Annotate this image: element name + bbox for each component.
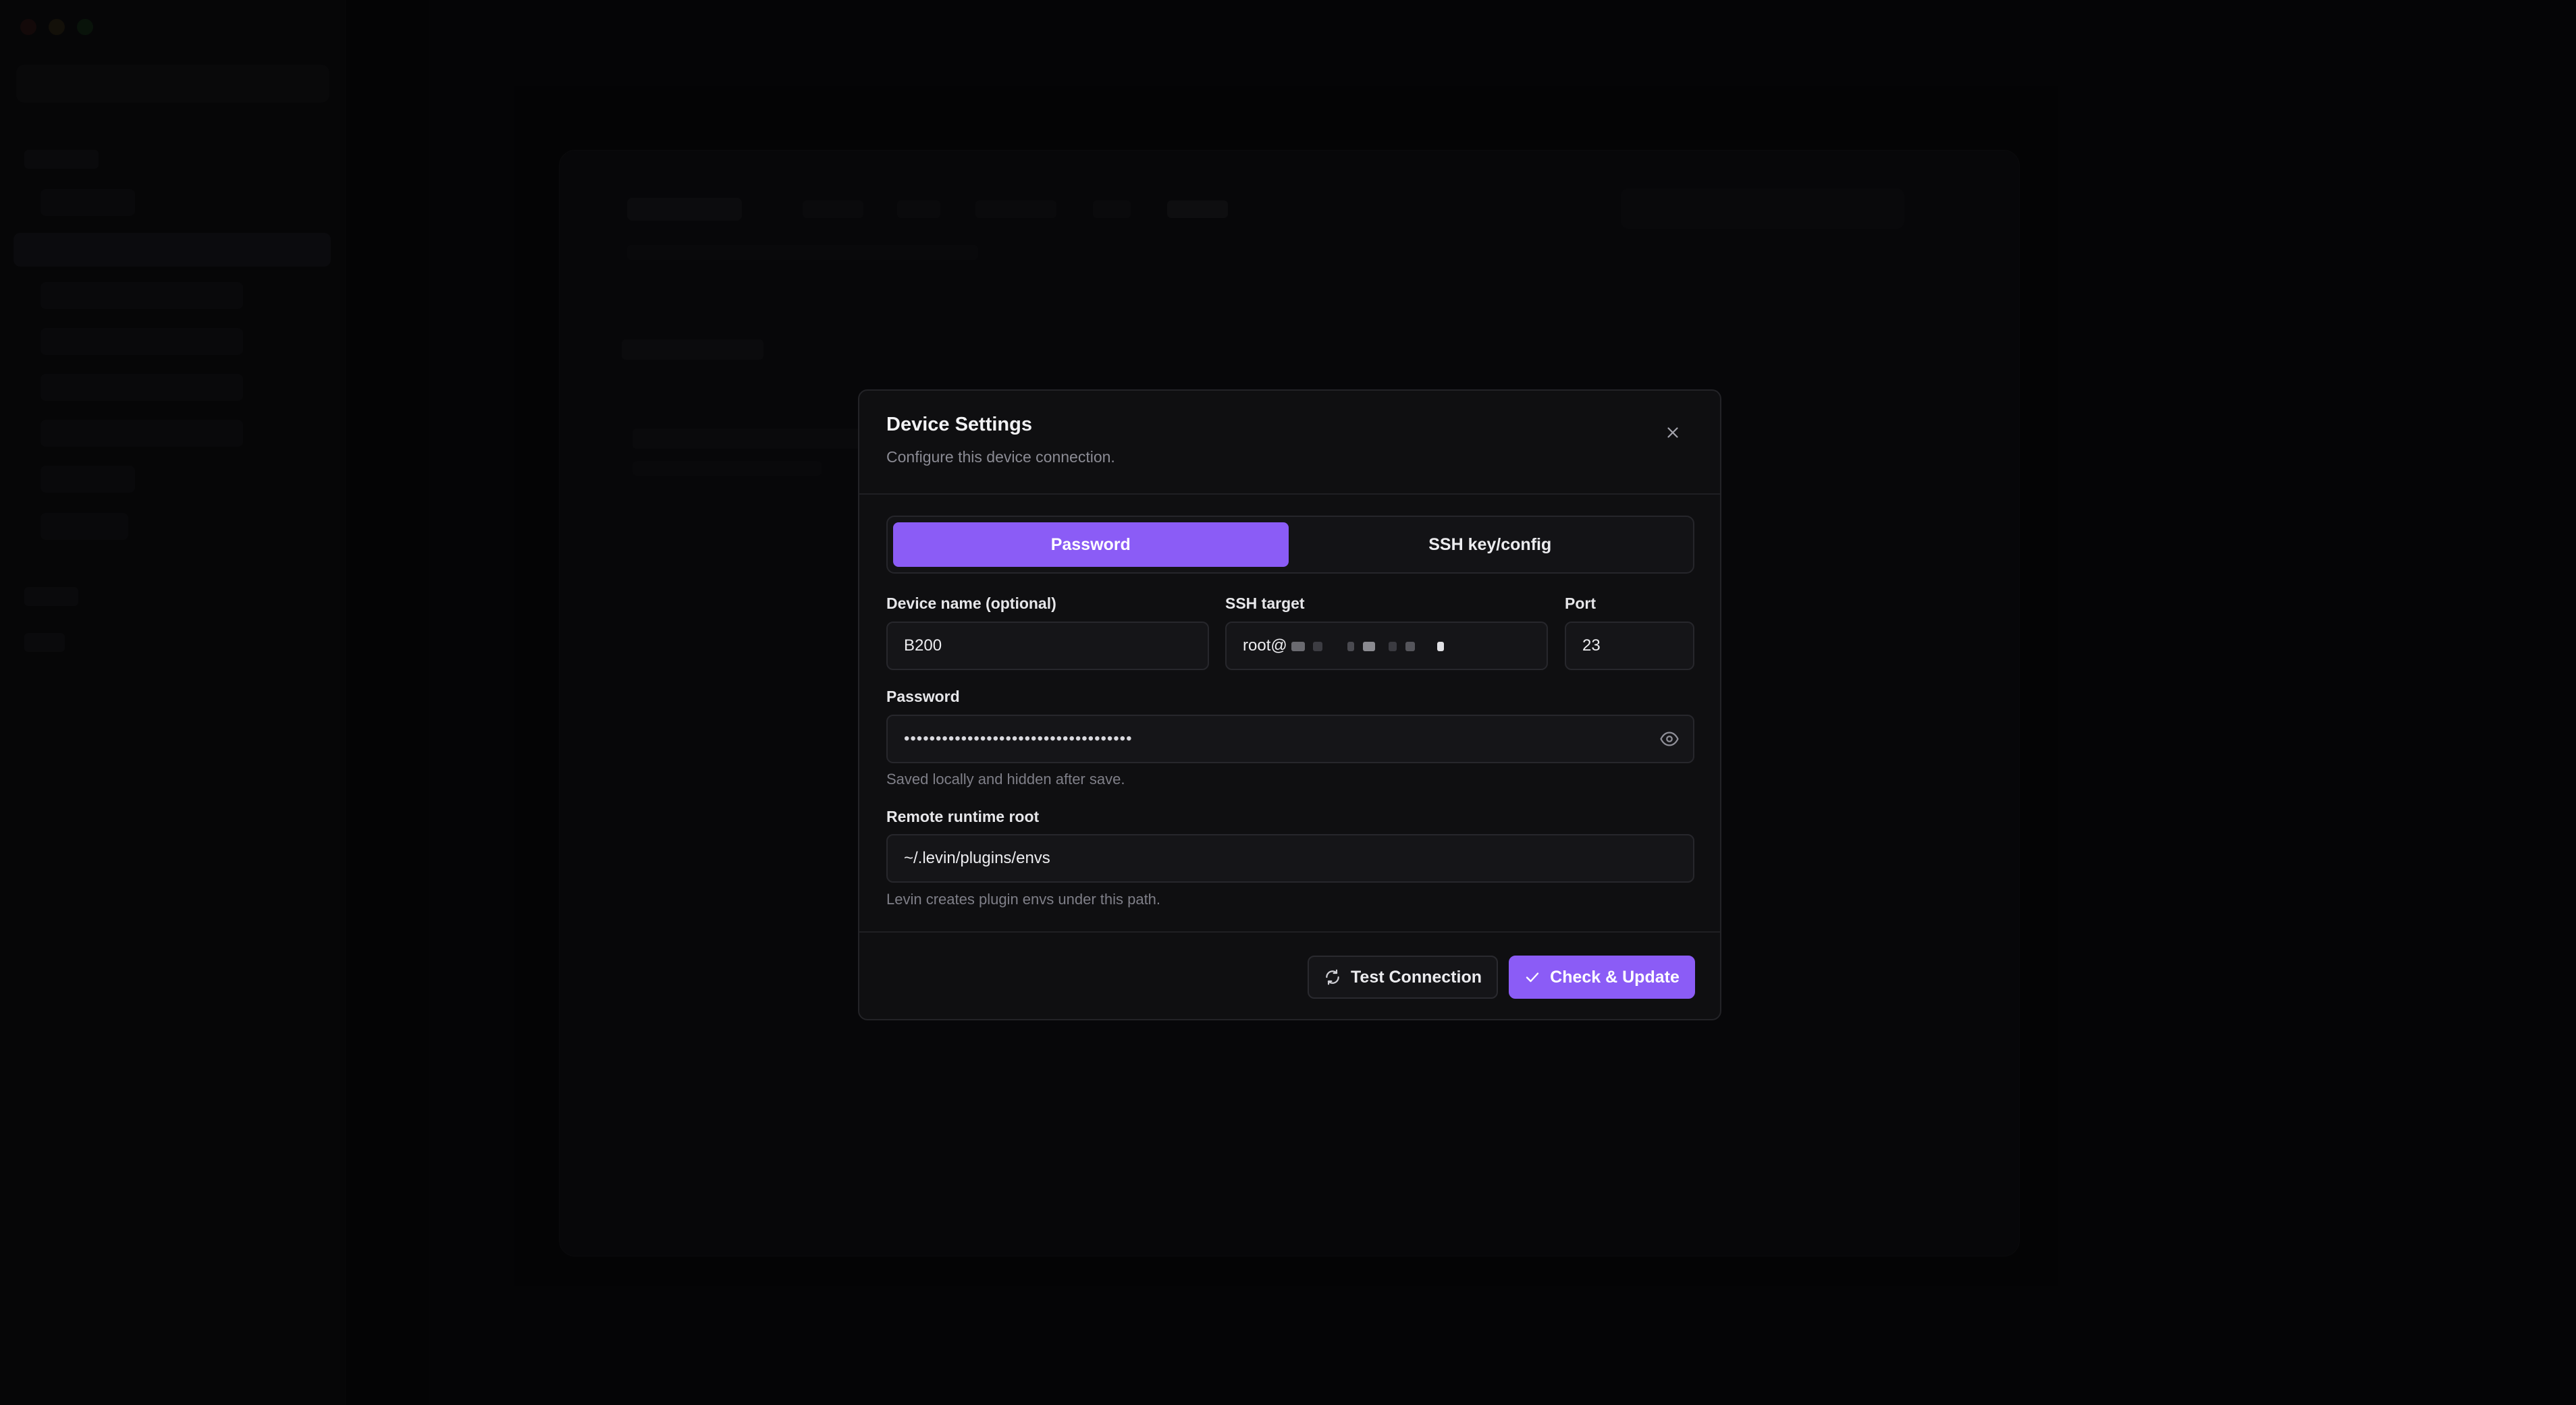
redacted-host — [1287, 636, 1444, 655]
eye-icon[interactable] — [1659, 729, 1680, 749]
tab-ssh-key-config[interactable]: SSH key/config — [1293, 522, 1688, 567]
device-name-label: Device name (optional) — [886, 595, 1056, 612]
dialog-description: Configure this device connection. — [886, 448, 1115, 466]
runtime-root-field[interactable] — [886, 834, 1694, 883]
ssh-target-value: root@ — [1243, 636, 1287, 655]
password-field[interactable]: •••••••••••••••••••••••••••••••••••• — [886, 715, 1694, 763]
close-button[interactable] — [1658, 418, 1688, 447]
test-connection-label: Test Connection — [1351, 967, 1482, 987]
check-icon — [1526, 972, 1539, 983]
port-label: Port — [1565, 595, 1596, 612]
runtime-root-input[interactable] — [904, 849, 1677, 868]
close-icon — [1667, 427, 1678, 438]
runtime-root-label: Remote runtime root — [886, 808, 1040, 825]
password-label: Password — [886, 688, 960, 705]
dialog-title: Device Settings — [886, 414, 1032, 435]
port-field[interactable] — [1565, 622, 1694, 670]
device-settings-dialog: Device Settings Configure this device co… — [858, 389, 1721, 1020]
refresh-icon — [1326, 969, 1339, 985]
device-name-input[interactable] — [904, 636, 1191, 655]
dialog-header: Device Settings Configure this device co… — [859, 391, 1720, 495]
device-name-field[interactable] — [886, 622, 1209, 670]
password-masked-value: •••••••••••••••••••••••••••••••••••• — [904, 729, 1133, 748]
check-and-update-label: Check & Update — [1550, 967, 1680, 987]
runtime-root-hint: Levin creates plugin envs under this pat… — [886, 891, 1161, 908]
ssh-target-field[interactable]: root@ — [1225, 622, 1548, 670]
test-connection-button[interactable]: Test Connection — [1308, 956, 1498, 999]
password-hint: Saved locally and hidden after save. — [886, 771, 1125, 788]
tab-password[interactable]: Password — [893, 522, 1289, 567]
port-input[interactable] — [1582, 636, 1677, 655]
ssh-target-label: SSH target — [1225, 595, 1305, 612]
dialog-footer: Test Connection Check & Update — [859, 931, 1720, 1019]
auth-method-toggle: Password SSH key/config — [886, 516, 1694, 574]
check-and-update-button[interactable]: Check & Update — [1509, 956, 1695, 999]
